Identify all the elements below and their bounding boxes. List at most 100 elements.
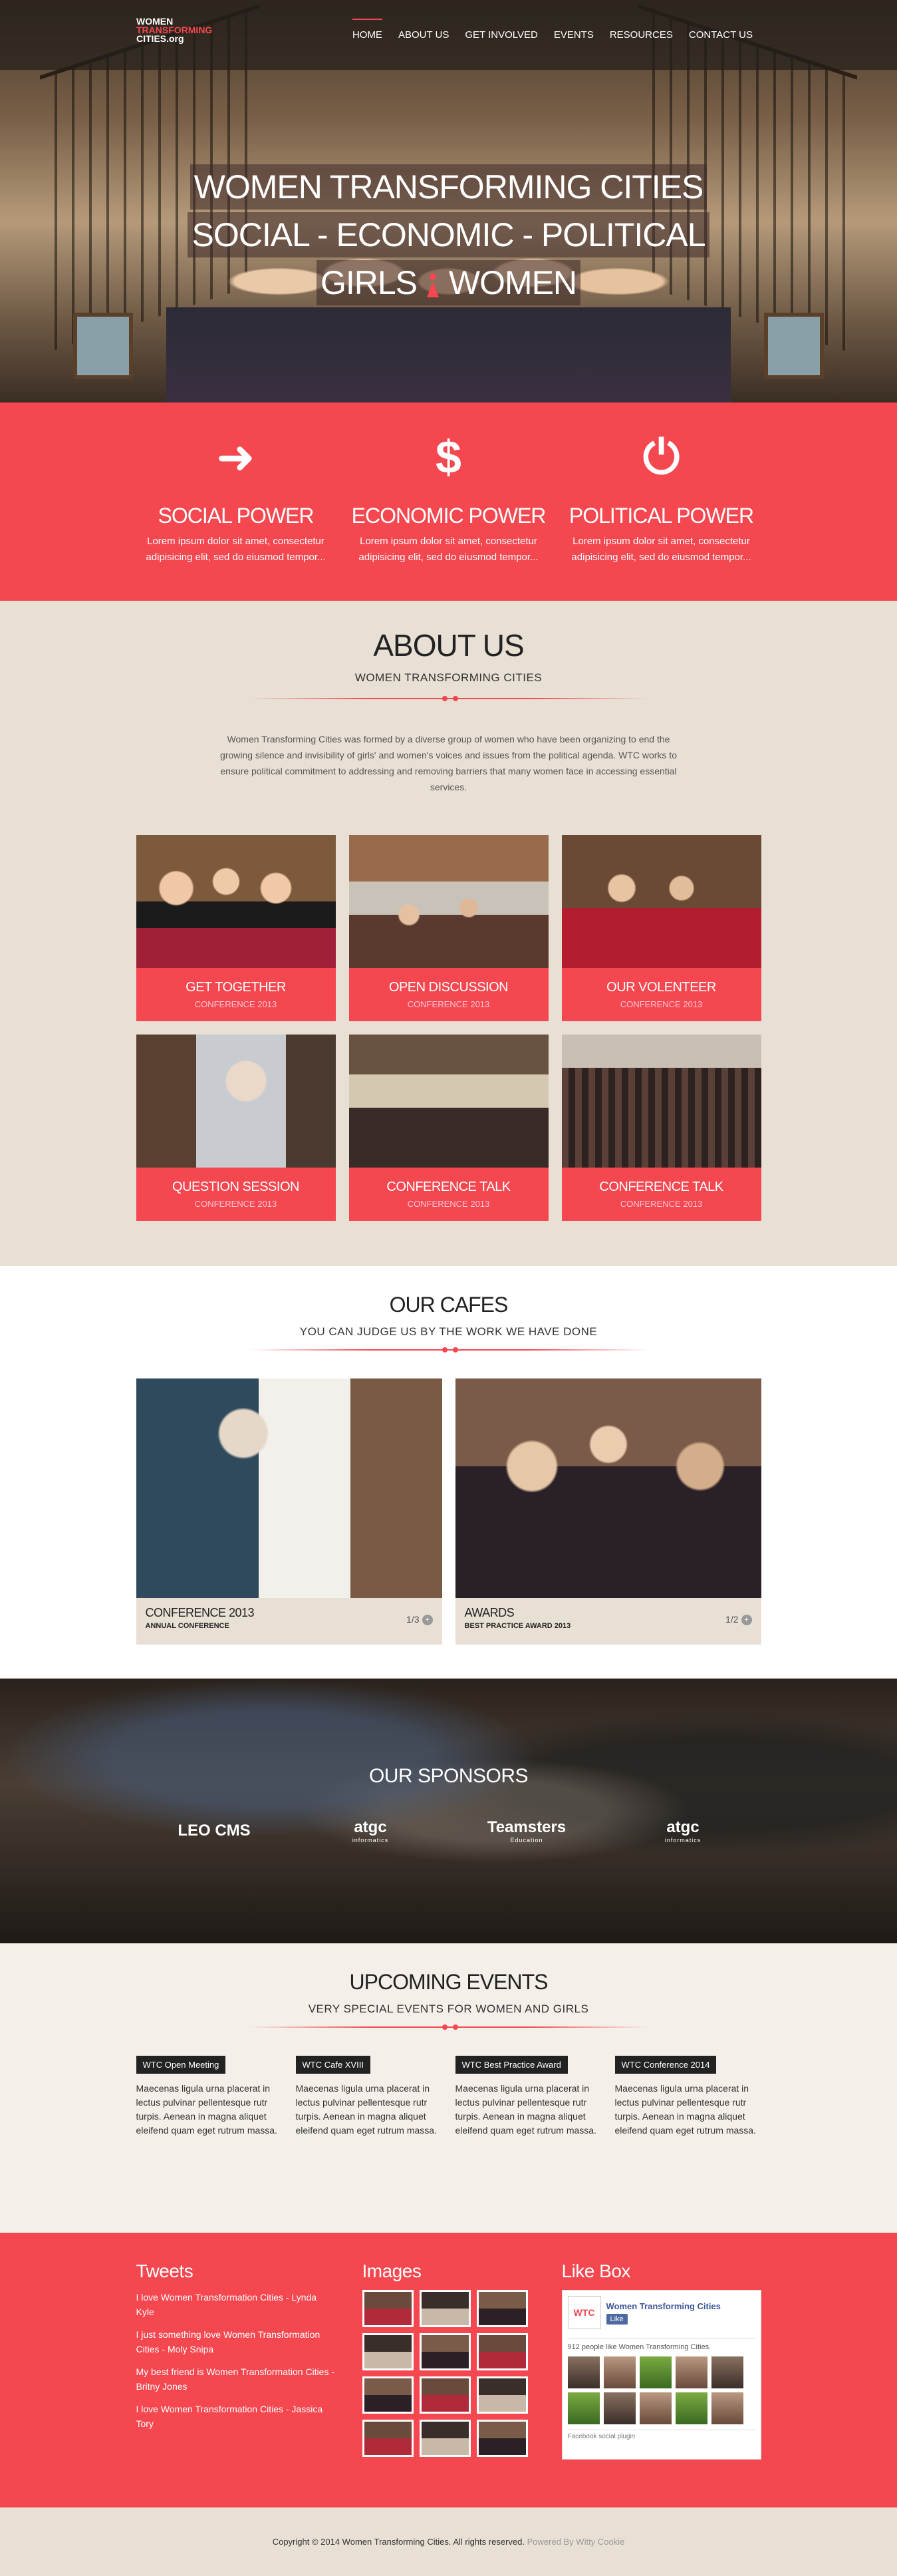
- nav-item-get-involved[interactable]: GET INVOLVED: [457, 19, 545, 52]
- power-title: ECONOMIC POWER: [351, 504, 547, 528]
- gallery-photo: [561, 835, 761, 968]
- nav-item-events[interactable]: EVENTS: [546, 19, 602, 52]
- image-thumbnail[interactable]: [419, 2420, 471, 2457]
- event-item: WTC Best Practice Award Maecenas ligula u…: [455, 2056, 602, 2138]
- nav-item-contact-us[interactable]: CONTACT US: [681, 19, 761, 52]
- card-title: GET TOGETHER: [186, 980, 286, 995]
- card-title: QUESTION SESSION: [172, 1180, 299, 1194]
- image-thumbnail[interactable]: [476, 2333, 528, 2370]
- image-thumbnails: [362, 2290, 535, 2457]
- fan-avatar[interactable]: [675, 2392, 707, 2424]
- hero-headline: WOMEN TRANSFORMING CITIES SOCIAL - ECONO…: [0, 163, 897, 307]
- event-item: WTC Conference 2014 Maecenas ligula urna …: [614, 2056, 761, 2138]
- sponsor-logo-atgc[interactable]: atgc informatics: [317, 1808, 424, 1854]
- widget-title: Images: [362, 2261, 422, 2281]
- section-divider: [249, 1347, 648, 1353]
- fan-avatar[interactable]: [567, 2392, 600, 2424]
- like-button[interactable]: Like: [606, 2313, 628, 2325]
- image-thumbnail[interactable]: [419, 2290, 471, 2327]
- gallery-photo: [136, 835, 336, 968]
- cafe-card[interactable]: AWARDS BEST PRACTICE AWARD 2013 1/2 +: [455, 1378, 761, 1645]
- gallery-card[interactable]: GET TOGETHER CONFERENCE 2013: [136, 835, 336, 1021]
- cafe-photo-count: 1/3 +: [406, 1614, 433, 1626]
- fan-avatar[interactable]: [603, 2356, 636, 2388]
- photo-count-text: 1/2: [725, 1614, 739, 1625]
- photo-count-text: 1/3: [406, 1614, 420, 1625]
- event-tag[interactable]: WTC Open Meeting: [136, 2056, 226, 2074]
- facebook-plugin-label[interactable]: Facebook social plugin: [567, 2430, 755, 2440]
- image-thumbnail[interactable]: [362, 2290, 414, 2327]
- gallery-card[interactable]: OUR VOLENTEER CONFERENCE 2013: [561, 835, 761, 1021]
- image-thumbnail[interactable]: [419, 2376, 471, 2414]
- dollar-icon: $: [436, 431, 461, 483]
- section-title: OUR SPONSORS: [368, 1765, 529, 1787]
- image-thumbnail[interactable]: [362, 2333, 414, 2370]
- sponsor-logos: LEO CMS atgc informatics Teamsters Educati…: [136, 1808, 761, 1854]
- cafe-card[interactable]: CONFERENCE 2013 ANNUAL CONFERENCE 1/3 +: [136, 1378, 442, 1645]
- fan-avatar[interactable]: [675, 2356, 707, 2388]
- section-title: OUR CAFES: [389, 1293, 509, 1317]
- info-icon[interactable]: +: [741, 1615, 752, 1626]
- image-thumbnail[interactable]: [476, 2420, 528, 2457]
- widget-title: Like Box: [561, 2261, 631, 2281]
- fan-avatar[interactable]: [711, 2392, 743, 2424]
- fan-avatar[interactable]: [639, 2392, 672, 2424]
- event-tag[interactable]: WTC Cafe XVIII: [295, 2056, 370, 2074]
- site-logo[interactable]: WOMEN TRANSFORMING CITIES.org: [136, 17, 236, 53]
- gallery-card[interactable]: OPEN DISCUSSION CONFERENCE 2013: [348, 835, 549, 1021]
- card-subtitle: CONFERENCE 2013: [194, 1199, 277, 1209]
- sponsor-tagline: Education: [510, 1837, 543, 1844]
- image-thumbnail[interactable]: [362, 2420, 414, 2457]
- fan-avatar[interactable]: [567, 2356, 600, 2388]
- page-logo[interactable]: WTC: [567, 2296, 601, 2329]
- nav-item-about-us[interactable]: ABOUT US: [390, 19, 457, 52]
- about-description: Women Transforming Cities was formed by …: [220, 734, 677, 792]
- gallery-grid: GET TOGETHER CONFERENCE 2013 OPEN DISCUSS…: [136, 835, 761, 1221]
- image-thumbnail[interactable]: [419, 2333, 471, 2370]
- event-text: Maecenas ligula urna placerat in lectus …: [295, 2083, 437, 2136]
- image-thumbnail[interactable]: [362, 2376, 414, 2414]
- cafe-subtitle: BEST PRACTICE AWARD 2013: [464, 1622, 571, 1630]
- image-thumbnail[interactable]: [476, 2376, 528, 2414]
- event-item: WTC Open Meeting Maecenas ligula urna pla…: [136, 2056, 283, 2138]
- page-name[interactable]: Women Transforming Cities: [606, 2301, 721, 2311]
- powered-by-link[interactable]: Powered By Witty Cookie: [527, 2537, 625, 2547]
- power-text: Lorem ipsum dolor sit amet, consectetur …: [146, 536, 326, 563]
- facebook-likebox: WTC Women Transforming Cities Like 912 p…: [561, 2290, 761, 2460]
- image-thumbnail[interactable]: [476, 2290, 528, 2327]
- nav-item-home[interactable]: HOME: [344, 19, 390, 52]
- cafes-section: OUR CAFES YOU CAN JUDGE US BY THE WORK W…: [0, 1266, 897, 1679]
- tweet-item[interactable]: My best friend is Women Transformation C…: [136, 2364, 336, 2394]
- gallery-card[interactable]: CONFERENCE TALK CONFERENCE 2013: [348, 1035, 549, 1221]
- nav-item-resources[interactable]: RESOURCES: [602, 19, 681, 52]
- gallery-card[interactable]: CONFERENCE TALK CONFERENCE 2013: [561, 1035, 761, 1221]
- event-tag[interactable]: WTC Best Practice Award: [455, 2056, 568, 2074]
- hero-section: WOMEN TRANSFORMING CITIES.org HOME ABOUT…: [0, 0, 897, 402]
- like-count: 912 people like Women Transforming Citie…: [567, 2338, 755, 2351]
- card-subtitle: CONFERENCE 2013: [620, 1199, 703, 1209]
- power-social: ➜ SOCIAL POWER Lorem ipsum dolor sit ame…: [136, 430, 336, 565]
- gallery-photo: [348, 835, 549, 968]
- sponsor-name: atgc: [666, 1818, 700, 1836]
- sponsor-logo-leo-cms[interactable]: LEO CMS: [161, 1808, 267, 1854]
- info-icon[interactable]: +: [422, 1615, 433, 1626]
- power-icon: ⏻: [642, 431, 680, 483]
- gallery-card[interactable]: QUESTION SESSION CONFERENCE 2013: [136, 1035, 336, 1221]
- gallery-photo: [561, 1035, 761, 1168]
- power-text: Lorem ipsum dolor sit amet, consectetur …: [571, 536, 751, 563]
- tweet-item[interactable]: I love Women Transformation Cities - Lyn…: [136, 2290, 336, 2319]
- sponsor-logo-teamsters[interactable]: Teamsters Education: [473, 1808, 580, 1854]
- hero-line-3: GIRLS WOMEN: [316, 260, 581, 305]
- cafe-title: CONFERENCE 2013: [145, 1606, 255, 1619]
- card-title: CONFERENCE TALK: [599, 1180, 723, 1194]
- fan-avatar[interactable]: [639, 2356, 672, 2388]
- card-subtitle: CONFERENCE 2013: [407, 999, 490, 1009]
- sponsor-logo-atgc[interactable]: atgc informatics: [630, 1808, 736, 1854]
- fan-avatar[interactable]: [711, 2356, 743, 2388]
- tweet-item[interactable]: I just something love Women Transformati…: [136, 2327, 336, 2356]
- power-text: Lorem ipsum dolor sit amet, consectetur …: [358, 536, 539, 563]
- fan-avatar[interactable]: [603, 2392, 636, 2424]
- event-tag[interactable]: WTC Conference 2014: [614, 2056, 717, 2074]
- tweet-item[interactable]: I love Women Transformation Cities - Jas…: [136, 2402, 336, 2431]
- sponsor-tagline: informatics: [352, 1837, 389, 1844]
